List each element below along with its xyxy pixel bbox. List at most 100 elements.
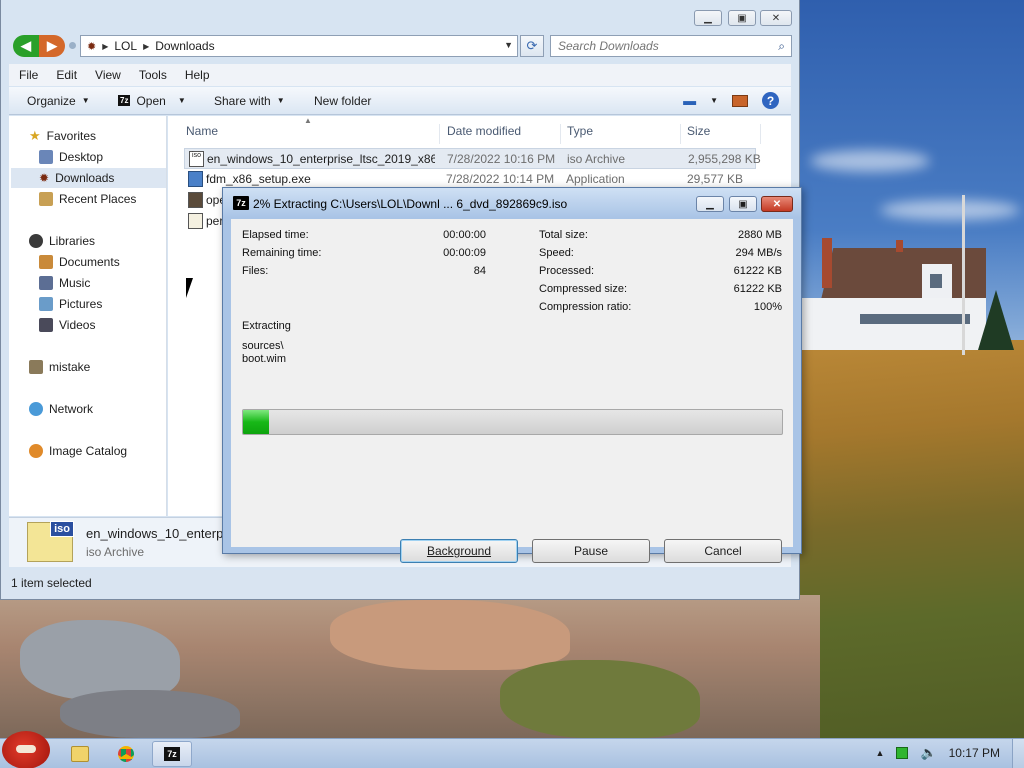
sidebar-label: Music: [59, 276, 91, 290]
pause-button[interactable]: Pause: [532, 539, 650, 563]
extract-progress-dialog: 7z 2% Extracting C:\Users\LOL\Downl ... …: [222, 187, 802, 563]
sidebar-item-network[interactable]: Network: [29, 399, 93, 419]
chevron-down-icon[interactable]: ▼: [178, 96, 186, 105]
menu-edit[interactable]: Edit: [56, 68, 77, 82]
show-hidden-icons-icon[interactable]: ▲: [876, 748, 885, 758]
show-desktop-button[interactable]: [1012, 739, 1024, 768]
speed-label: Speed:: [539, 247, 574, 259]
search-input[interactable]: [551, 36, 761, 56]
dialog-titlebar[interactable]: 7z 2% Extracting C:\Users\LOL\Downl ... …: [223, 188, 801, 218]
sidebar-item-recent-places[interactable]: Recent Places: [39, 189, 136, 209]
breadcrumb-lol[interactable]: LOL: [114, 39, 137, 53]
network-status-icon[interactable]: [896, 747, 909, 759]
house: [800, 238, 986, 350]
recent-pages-icon[interactable]: [69, 42, 76, 49]
help-icon[interactable]: ?: [762, 92, 779, 109]
chevron-down-icon: ▼: [81, 96, 90, 105]
column-header-size[interactable]: Size: [681, 124, 761, 144]
sidebar-item-videos[interactable]: Videos: [39, 315, 95, 335]
organize-button[interactable]: Organize ▼: [27, 94, 90, 108]
start-button[interactable]: [2, 731, 50, 768]
compressed-size-value: 61222 KB: [733, 283, 782, 295]
chevron-down-icon[interactable]: ▼: [710, 96, 718, 105]
menu-view[interactable]: View: [95, 68, 121, 82]
elapsed-time-value: 00:00:00: [443, 229, 486, 241]
files-label: Files:: [242, 265, 269, 277]
preview-pane-icon[interactable]: [732, 94, 748, 107]
breadcrumb-separator-icon[interactable]: ▶: [102, 42, 108, 51]
sidebar-item-pictures[interactable]: Pictures: [39, 294, 102, 314]
sidebar-label: Image Catalog: [49, 444, 128, 458]
sidebar-item-mistake[interactable]: mistake: [29, 357, 90, 377]
menu-tools[interactable]: Tools: [139, 68, 167, 82]
volume-icon[interactable]: 🔈: [920, 745, 936, 761]
table-row[interactable]: iso en_windows_10_enterprise_ltsc_2019_x…: [184, 148, 761, 169]
app-file-icon: [188, 192, 203, 208]
7zip-icon: 7z: [233, 196, 249, 210]
new-folder-button[interactable]: New folder: [314, 94, 371, 108]
breadcrumb-downloads[interactable]: Downloads: [155, 39, 214, 53]
sidebar-item-downloads[interactable]: ✹ Downloads: [11, 168, 166, 188]
address-bar[interactable]: ✹ ▶ LOL ▶ Downloads ▼: [80, 35, 518, 57]
compressed-size-label: Compressed size:: [539, 283, 628, 295]
file-name: fdm_x86_setup.exe: [206, 172, 311, 186]
refresh-button[interactable]: ⟳: [520, 35, 544, 57]
explorer-titlebar[interactable]: ▁ ▣ ✕: [1, 0, 799, 30]
clock[interactable]: 10:17 PM: [949, 746, 1000, 760]
folder-icon: [71, 746, 89, 762]
background-button[interactable]: Background: [400, 539, 518, 563]
progress-fill: [243, 410, 269, 434]
system-tray: ▲ 🔈 10:17 PM: [876, 745, 1014, 761]
house-window: [860, 314, 970, 324]
shrub: [500, 660, 700, 738]
column-header-name[interactable]: Name ▲: [180, 116, 440, 144]
sidebar-label: mistake: [49, 360, 91, 374]
search-box[interactable]: ⌕: [550, 35, 792, 57]
view-options-icon[interactable]: ▬: [683, 93, 696, 108]
taskbar-7zip[interactable]: 7z: [152, 741, 192, 767]
sidebar-label: Recent Places: [59, 192, 137, 206]
processed-value: 61222 KB: [733, 265, 782, 277]
cancel-button[interactable]: Cancel: [664, 539, 782, 563]
back-button[interactable]: ◀: [13, 35, 39, 57]
details-file-type: iso Archive: [86, 545, 145, 559]
pause-button-label: Pause: [573, 544, 609, 558]
file-size: 2,955,298 KB: [688, 152, 761, 166]
sidebar-item-image-catalog[interactable]: Image Catalog: [29, 441, 127, 461]
column-header-type[interactable]: Type: [561, 124, 681, 144]
open-button[interactable]: 7z Open ▼: [118, 94, 186, 108]
taskbar-chrome[interactable]: [106, 741, 146, 767]
minimize-icon: ▁: [704, 12, 712, 24]
minimize-button[interactable]: ▁: [694, 10, 722, 26]
sidebar-item-libraries[interactable]: Libraries: [29, 231, 95, 251]
taskbar-explorer[interactable]: [60, 741, 100, 767]
command-toolbar: Organize ▼ 7z Open ▼ Share with ▼ New fo…: [9, 87, 791, 115]
sidebar-item-favorites[interactable]: ★ Favorites: [29, 126, 96, 146]
iso-file-icon: iso: [189, 151, 204, 167]
new-folder-label: New folder: [314, 93, 372, 108]
chevron-down-icon[interactable]: ▼: [504, 40, 513, 50]
sidebar-item-documents[interactable]: Documents: [39, 252, 120, 272]
dialog-close-button[interactable]: ✕: [761, 196, 793, 212]
close-button[interactable]: ✕: [760, 10, 792, 26]
menu-file[interactable]: File: [19, 68, 38, 82]
forward-button[interactable]: ▶: [39, 35, 65, 57]
maximize-button[interactable]: ▣: [728, 10, 756, 26]
share-with-button[interactable]: Share with ▼: [214, 94, 285, 108]
dialog-minimize-button[interactable]: ▁: [696, 196, 724, 212]
share-with-label: Share with: [214, 93, 271, 108]
menu-bar: File Edit View Tools Help: [9, 64, 791, 86]
recent-places-icon: [39, 192, 53, 206]
sidebar-label: Videos: [59, 318, 96, 332]
menu-help[interactable]: Help: [185, 68, 210, 82]
breadcrumb-separator-icon[interactable]: ▶: [143, 42, 149, 51]
search-icon[interactable]: ⌕: [778, 39, 785, 54]
dialog-maximize-button[interactable]: ▣: [729, 196, 757, 212]
organize-label: Organize: [27, 93, 76, 108]
libraries-icon: [29, 234, 43, 248]
column-header-date-modified[interactable]: Date modified: [441, 124, 561, 144]
sidebar-label: Network: [49, 402, 94, 416]
rock: [60, 690, 240, 738]
sidebar-item-music[interactable]: Music: [39, 273, 90, 293]
sidebar-item-desktop[interactable]: Desktop: [39, 147, 103, 167]
